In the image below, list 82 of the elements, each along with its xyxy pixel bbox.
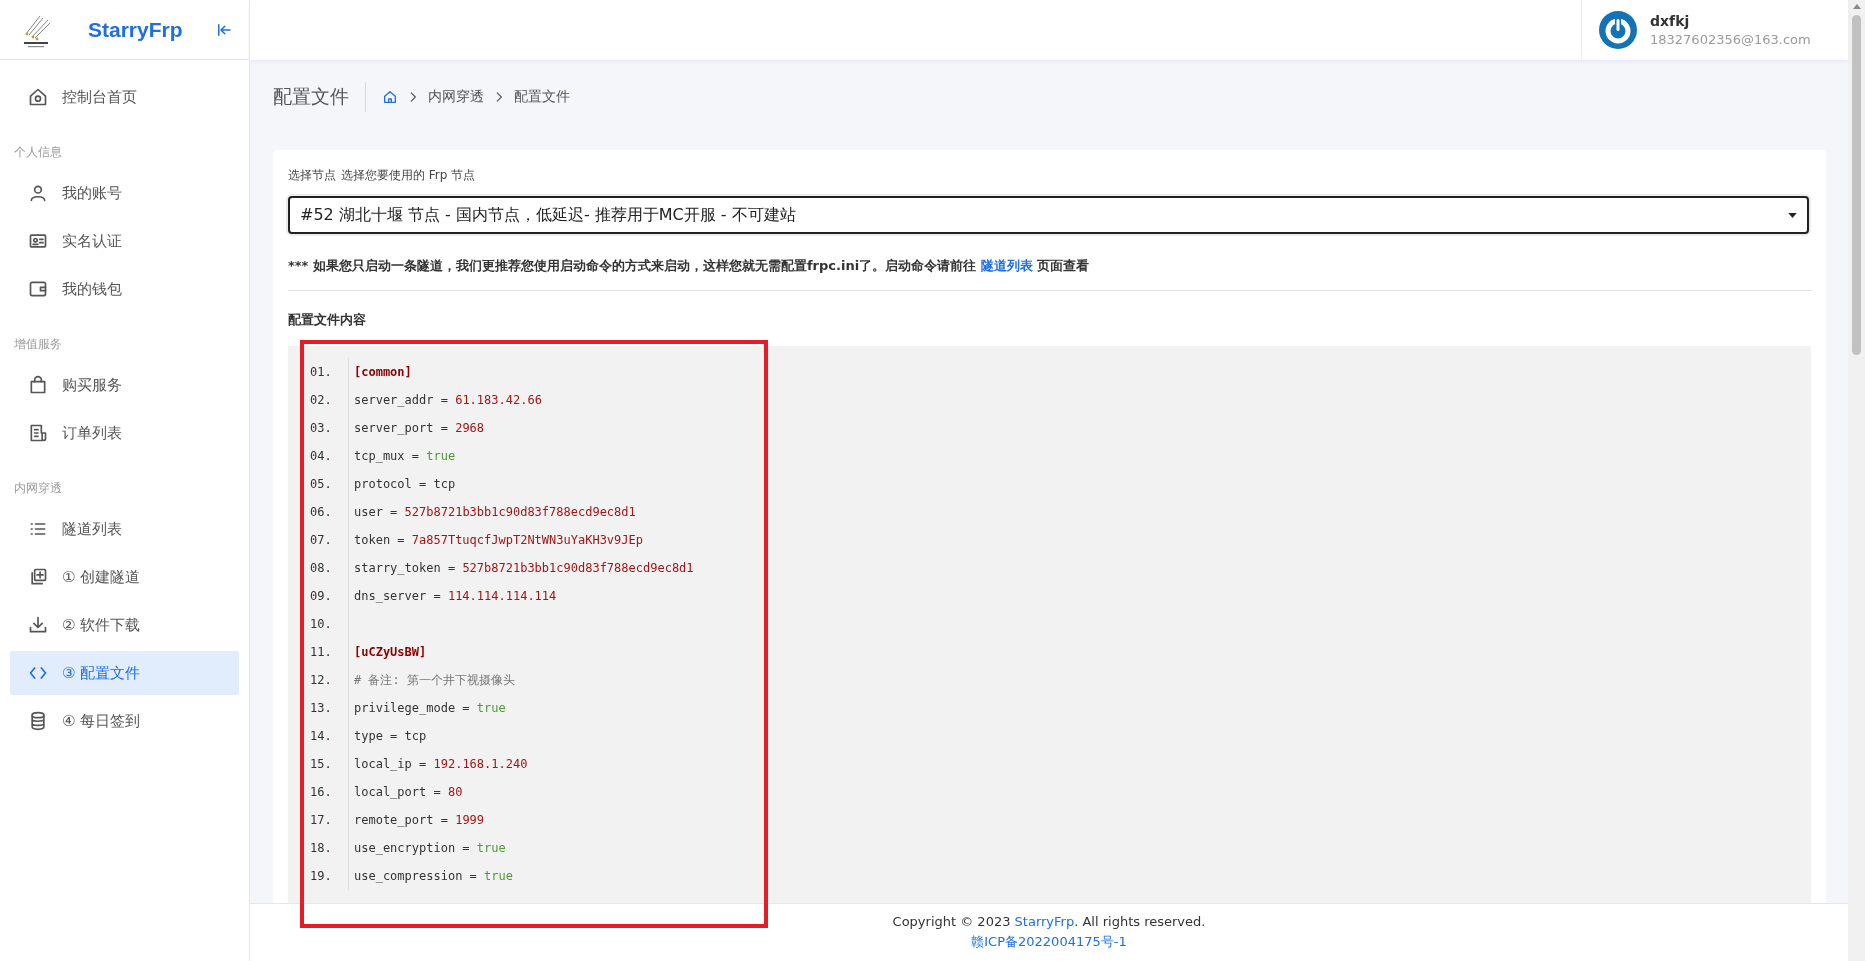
bag-icon: [28, 375, 48, 395]
sidebar-item[interactable]: ③ 配置文件: [10, 651, 239, 695]
page-title: 配置文件: [273, 84, 349, 109]
receipt-icon: [28, 423, 48, 443]
line-number: 03.: [310, 414, 349, 442]
line-number: 14.: [310, 722, 349, 750]
notice-text: *** 如果您只启动一条隧道，我们更推荐您使用启动命令的方式来启动，这样您就无需配置frpc.ini了。启动命令请前往 隧道列表 页面查看: [288, 257, 1091, 275]
line-number: 19.: [310, 862, 349, 890]
home-icon: [28, 87, 48, 107]
code-line: local_port = 80: [353, 785, 463, 799]
code-line: type = tcp: [353, 729, 427, 743]
field-label: 选择节点: [288, 167, 336, 184]
scrollbar[interactable]: [1848, 0, 1865, 961]
user-icon: [28, 183, 48, 203]
code-line: starry_token = 527b8721b3bb1c90d83f788ecd9ec8d1: [353, 561, 694, 575]
add-copy-icon: [28, 567, 48, 587]
tunnel-list-link[interactable]: 隧道列表: [980, 258, 1033, 273]
brand-name: StarryFrp: [88, 17, 184, 42]
line-number: 08.: [310, 554, 349, 582]
line-number: 15.: [310, 750, 349, 778]
wallet-icon: [28, 279, 48, 299]
line-number: 01.: [310, 358, 349, 386]
line-number: 07.: [310, 526, 349, 554]
copyright-text: Copyright © 2023 StarryFrp. All rights reserved.: [892, 914, 1206, 929]
icp-link[interactable]: 赣ICP备2022004175号-1: [971, 933, 1127, 951]
scroll-up-icon: [1852, 4, 1861, 9]
line-number: 16.: [310, 778, 349, 806]
line-number: 18.: [310, 834, 349, 862]
database-icon: [28, 711, 48, 731]
sidebar-item[interactable]: ② 软件下载: [10, 603, 239, 647]
sidebar-item[interactable]: 实名认证: [10, 219, 239, 263]
breadcrumb-link[interactable]: 配置文件: [514, 88, 570, 106]
field-hint: 选择您要使用的 Frp 节点: [341, 167, 476, 184]
sidebar-item[interactable]: ④ 每日签到: [10, 699, 239, 743]
line-number: 06.: [310, 498, 349, 526]
code-line: user = 527b8721b3bb1c90d83f788ecd9ec8d1: [353, 505, 636, 519]
line-number: 02.: [310, 386, 349, 414]
sidebar-item[interactable]: 购买服务: [10, 363, 239, 407]
sidebar-item[interactable]: 订单列表: [10, 411, 239, 455]
id-card-icon: [28, 231, 48, 251]
sidebar-item[interactable]: 我的钱包: [10, 267, 239, 311]
code-line: dns_server = 114.114.114.114: [353, 589, 557, 603]
line-number: 13.: [310, 694, 349, 722]
code-line: use_encryption = true: [353, 841, 506, 855]
code-line: # 备注: 第一个井下视摄像头: [353, 671, 515, 689]
line-number: 04.: [310, 442, 349, 470]
code-line: local_ip = 192.168.1.240: [353, 757, 528, 771]
code-line: protocol = tcp: [353, 477, 456, 491]
code-line: use_compression = true: [353, 869, 513, 883]
line-number: 10.: [310, 610, 349, 638]
code-line: token = 7a857TtuqcfJwpT2NtWN3uYaKH3v9JEp: [353, 533, 643, 547]
sidebar-item[interactable]: ① 创建隧道: [10, 555, 239, 599]
line-number: 11.: [310, 638, 349, 666]
home-link[interactable]: [382, 89, 398, 105]
sidebar-item[interactable]: 隧道列表: [10, 507, 239, 551]
node-select[interactable]: #52 湖北十堰 节点 - 国内节点，低延迟- 推荐用于MC开服 - 不可建站: [288, 196, 1809, 234]
nav-section-heading: 个人信息: [13, 144, 62, 161]
nav-section-heading: 内网穿透: [13, 480, 62, 497]
code-line: privilege_mode = true: [353, 701, 506, 715]
section-heading: 配置文件内容: [288, 311, 367, 329]
breadcrumb-link[interactable]: 内网穿透: [428, 88, 484, 106]
code-line: server_addr = 61.183.42.66: [353, 393, 542, 407]
home-icon: [382, 89, 398, 105]
line-number: 17.: [310, 806, 349, 834]
download-icon: [28, 615, 48, 635]
code-line: tcp_mux = true: [353, 449, 456, 463]
user-menu[interactable]: dxfkj 18327602356@163.com: [1581, 0, 1848, 60]
code-line: remote_port = 1999: [353, 813, 485, 827]
avatar-icon: [1598, 10, 1638, 50]
scrollbar-thumb[interactable]: [1852, 15, 1861, 355]
code-line: [common]: [353, 365, 412, 379]
line-number: 05.: [310, 470, 349, 498]
code-line: server_port = 2968: [353, 421, 485, 435]
nav-section-heading: 增值服务: [13, 336, 62, 353]
sidebar-item[interactable]: 控制台首页: [10, 75, 239, 119]
sidebar-item[interactable]: 我的账号: [10, 171, 239, 215]
user-name: dxfkj: [1650, 13, 1691, 29]
caret-icon: [1788, 212, 1797, 218]
line-number: 09.: [310, 582, 349, 610]
user-email: 18327602356@163.com: [1650, 32, 1811, 47]
line-number: 12.: [310, 666, 349, 694]
code-line: [uCZyUsBW]: [353, 645, 427, 659]
